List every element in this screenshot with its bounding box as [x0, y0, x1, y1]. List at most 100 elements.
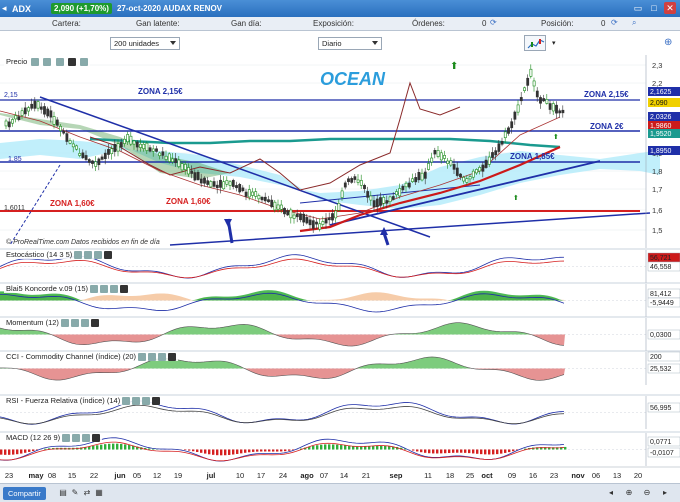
- scroll-right-icon[interactable]: ▸: [660, 488, 670, 498]
- wrench-icon[interactable]: [122, 397, 131, 406]
- chart-type-caret-icon[interactable]: ▾: [552, 39, 556, 47]
- macd-histogram-bar: [480, 449, 483, 455]
- macd-histogram-bar: [476, 449, 479, 454]
- macd-histogram-bar: [456, 449, 459, 453]
- macd-histogram-bar: [224, 449, 227, 456]
- indicator-value-text: 0,0300: [650, 332, 672, 339]
- zone-label: ZONA 2,15€: [584, 90, 629, 99]
- zoom-in-icon[interactable]: ⊕: [624, 488, 634, 498]
- date-tick-label: 16: [529, 471, 537, 480]
- wrench-icon[interactable]: [74, 251, 83, 260]
- macd-histogram-bar: [200, 449, 203, 453]
- list-icon[interactable]: [55, 58, 64, 67]
- close-icon[interactable]: [120, 285, 128, 294]
- macd-histogram-bar: [228, 449, 231, 455]
- macd-histogram-bar: [12, 449, 15, 455]
- price-tag: 2,090: [648, 98, 680, 107]
- list-icon[interactable]: [132, 397, 141, 406]
- close-icon[interactable]: [90, 319, 99, 328]
- close-icon[interactable]: [92, 434, 101, 443]
- macd-histogram-bar: [212, 449, 215, 455]
- price-tag-label: 2,090: [650, 100, 668, 107]
- period-select[interactable]: Diario: [318, 37, 382, 50]
- chevron-down-icon: [170, 41, 176, 45]
- list-icon[interactable]: [110, 285, 118, 294]
- list-icon[interactable]: [94, 251, 103, 260]
- close-icon[interactable]: ✕: [664, 2, 676, 14]
- macd-histogram-bar: [488, 449, 491, 455]
- price-tick-label: 1,7: [652, 185, 662, 194]
- orders-refresh-icon[interactable]: ⟳: [490, 18, 497, 27]
- macd-histogram-bar: [484, 449, 487, 455]
- date-tick-label: 14: [340, 471, 348, 480]
- list-icon[interactable]: [72, 434, 81, 443]
- wrench-icon[interactable]: [60, 319, 69, 328]
- list-icon[interactable]: [70, 319, 79, 328]
- date-tick-label: 18: [446, 471, 454, 480]
- wrench-icon[interactable]: [62, 434, 71, 443]
- draw-icon[interactable]: ✎: [70, 488, 80, 498]
- maximize-icon[interactable]: □: [648, 2, 660, 14]
- list-icon[interactable]: [100, 285, 108, 294]
- indicator-value-tag: 25,532: [647, 363, 680, 374]
- zoom-out-icon[interactable]: ⊖: [642, 488, 652, 498]
- list-icon[interactable]: [80, 319, 89, 328]
- macd-histogram-bar: [196, 449, 199, 453]
- indicator-label-text: CCI - Commodity Channel (índice) (20): [6, 352, 137, 361]
- macd-histogram-bar: [320, 444, 323, 450]
- macd-histogram-bar: [512, 449, 515, 452]
- menu-arrow-icon[interactable]: ◂: [2, 3, 7, 14]
- left-tag: 1,85: [8, 156, 22, 163]
- macd-histogram-bar: [216, 449, 219, 456]
- date-tick-label: ago: [300, 471, 314, 480]
- close-icon[interactable]: [152, 397, 161, 406]
- macd-histogram-bar: [460, 449, 463, 453]
- indicator-value-text: 0,0771: [650, 439, 672, 446]
- list-icon[interactable]: [142, 397, 151, 406]
- macd-histogram-bar: [4, 449, 7, 455]
- date-tick-label: 17: [257, 471, 265, 480]
- add-icon[interactable]: ⊕: [664, 37, 672, 48]
- scroll-left-icon[interactable]: ◂: [606, 488, 616, 498]
- indicator-value-tag: 0,0771: [647, 436, 680, 447]
- indicator-label: Blai5 Koncorde v.09 (15): [4, 284, 130, 294]
- data-source-note: © ProRealTime.com Datos recibidos en fin…: [6, 238, 160, 246]
- position-refresh-icon[interactable]: ⟳: [611, 18, 618, 27]
- close-icon[interactable]: [104, 251, 113, 260]
- wrench-icon[interactable]: [90, 285, 98, 294]
- price-tag-label: 2,0326: [650, 114, 672, 121]
- macd-histogram-bar: [472, 449, 475, 454]
- list-icon[interactable]: [84, 251, 93, 260]
- macd-histogram-bar: [288, 449, 291, 451]
- list-icon[interactable]: [148, 353, 157, 362]
- search-icon[interactable]: ⌕: [632, 18, 636, 28]
- share-button[interactable]: Compartir: [3, 487, 46, 500]
- indicator-label-text: MACD (12 26 9): [6, 433, 61, 442]
- date-tick-label: 08: [48, 471, 56, 480]
- macd-histogram-bar: [260, 449, 263, 452]
- plus-icon[interactable]: [79, 58, 88, 67]
- price-tick-label: 1,5: [652, 226, 662, 235]
- chart-type-button[interactable]: [524, 35, 546, 51]
- list-icon[interactable]: [158, 353, 167, 362]
- macd-histogram-bar: [384, 445, 387, 450]
- chart-icon[interactable]: ▤: [58, 488, 68, 498]
- macd-histogram-bar: [244, 449, 247, 453]
- compare-icon[interactable]: ⇄: [82, 488, 92, 498]
- macd-histogram-bar: [500, 449, 503, 454]
- units-select[interactable]: 200 unidades: [110, 37, 180, 50]
- wrench-icon[interactable]: [31, 58, 40, 67]
- close-icon[interactable]: [67, 58, 76, 67]
- date-tick-label: 05: [133, 471, 141, 480]
- date-tick-label: 06: [592, 471, 600, 480]
- macd-histogram-bar: [128, 445, 131, 450]
- list-icon[interactable]: [43, 58, 52, 67]
- chart-area[interactable]: ⬆ ⬆ ⬆ OCEAN ZONA 2,15€ ZONA 2,15€ ZONA 2…: [0, 55, 680, 483]
- close-icon[interactable]: [168, 353, 177, 362]
- macd-histogram-bar: [424, 449, 427, 453]
- list-icon[interactable]: [82, 434, 91, 443]
- restore-icon[interactable]: ▭: [632, 2, 644, 14]
- indicator-value-text: -5,9449: [650, 300, 674, 307]
- wrench-icon[interactable]: [138, 353, 147, 362]
- calendar-icon[interactable]: ▦: [94, 488, 104, 498]
